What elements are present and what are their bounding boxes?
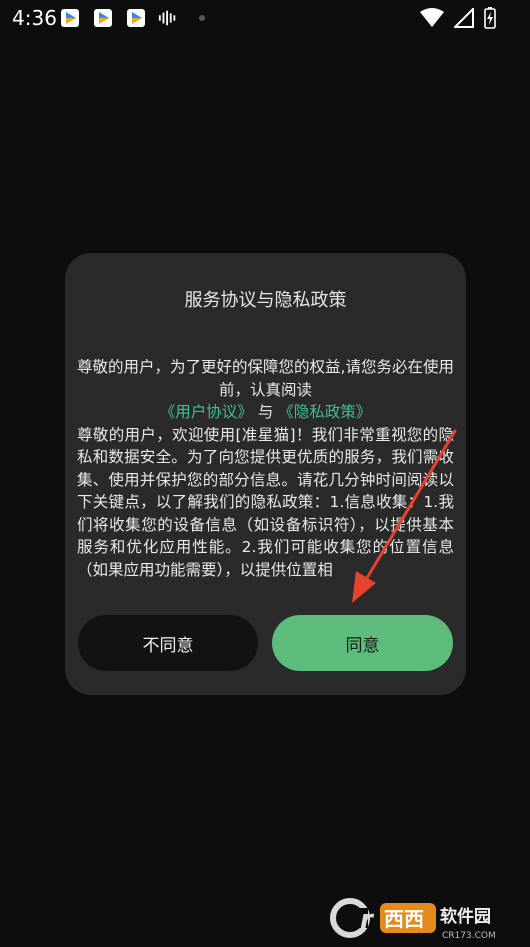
- cellular-signal-icon: [454, 8, 474, 28]
- notification-app-icon: [127, 9, 145, 27]
- svg-text:软件园: 软件园: [440, 906, 491, 927]
- user-agreement-link[interactable]: 《用户协议》: [160, 403, 253, 421]
- notification-app-icon: [61, 9, 79, 27]
- svg-text:CR173.COM: CR173.COM: [442, 931, 496, 941]
- battery-charging-icon: [484, 7, 496, 29]
- agreement-links-row: 《用户协议》 与 《隐私政策》: [77, 401, 454, 424]
- agreement-text-scroll[interactable]: 尊敬的用户，为了更好的保障您的权益,请您务必在使用前，认真阅读 《用户协议》 与…: [77, 356, 454, 598]
- status-bar: 4:36: [0, 0, 530, 36]
- notification-app-icon: [94, 9, 112, 27]
- status-time: 4:36: [12, 6, 57, 30]
- privacy-body-text: 尊敬的用户，欢迎使用[准星猫]！我们非常重视您的隐私和数据安全。为了向您提供更优…: [77, 425, 454, 579]
- site-watermark-logo: r 西西 软件园 CR173.COM: [330, 898, 496, 941]
- disagree-button[interactable]: 不同意: [78, 615, 258, 671]
- dialog-title: 服务协议与隐私政策: [184, 290, 347, 311]
- and-text: 与: [257, 403, 274, 421]
- privacy-policy-link[interactable]: 《隐私政策》: [278, 403, 371, 421]
- agree-button[interactable]: 同意: [272, 615, 453, 671]
- privacy-dialog: 服务协议与隐私政策 尊敬的用户，为了更好的保障您的权益,请您务必在使用前，认真阅…: [65, 253, 466, 695]
- status-right-group: [420, 7, 496, 29]
- svg-text:西西: 西西: [384, 907, 424, 931]
- more-notifications-dot-icon: [199, 15, 205, 21]
- wifi-icon: [420, 8, 444, 27]
- intro-text: 尊敬的用户，为了更好的保障您的权益,请您务必在使用前，认真阅读: [77, 358, 454, 399]
- audio-wave-icon: [158, 10, 176, 26]
- svg-text:r: r: [360, 905, 375, 935]
